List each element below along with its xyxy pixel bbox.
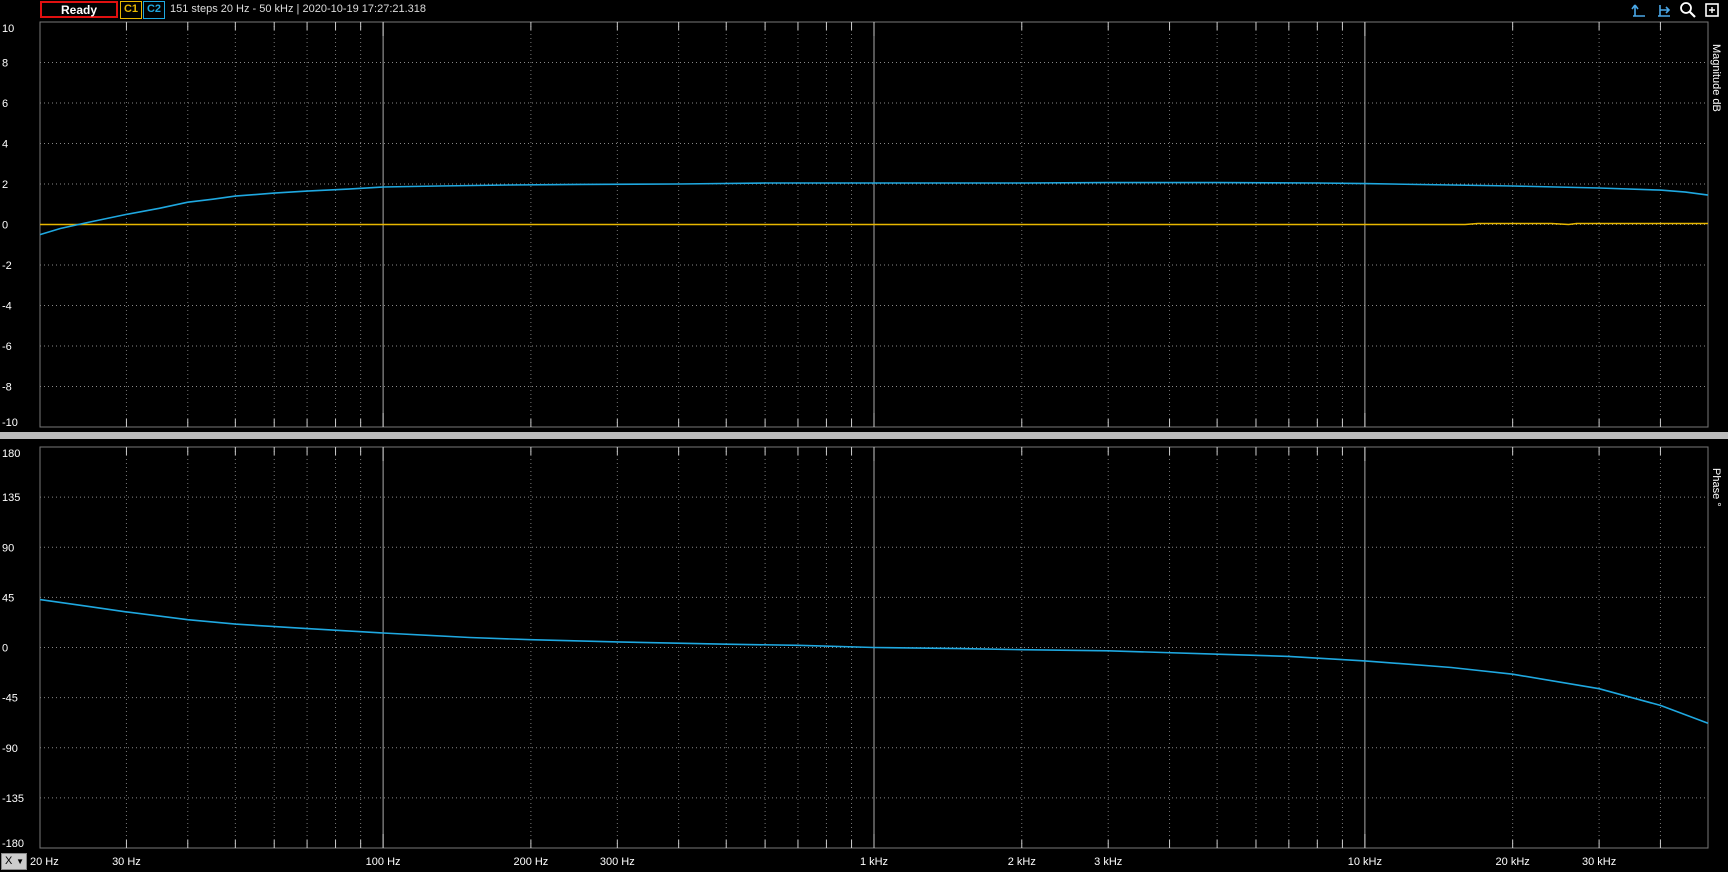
- y-tick-label: -8: [2, 382, 12, 394]
- y-tick-label: -10: [2, 417, 18, 429]
- phase-panel[interactable]: 180 135 90 45 0 -45 -90 -135 -180 Phase °: [2, 446, 1722, 850]
- y-tick-label: 6: [2, 98, 8, 110]
- cursor-b-icon[interactable]: [1655, 1, 1673, 19]
- y-tick-label: -6: [2, 341, 12, 353]
- panel-divider[interactable]: [0, 432, 1728, 439]
- magnitude-panel[interactable]: 10 8 6 4 2 0 -2 -4 -6 -8 -10 Magnitude dB: [2, 21, 1722, 429]
- x-tick-label: 2 kHz: [1008, 856, 1036, 868]
- zoom-icon[interactable]: [1679, 1, 1697, 19]
- y-tick-label: 180: [2, 448, 20, 460]
- x-tick-label: 200 Hz: [513, 856, 548, 868]
- y-tick-label: 0: [2, 220, 8, 232]
- y-tick-label: 135: [2, 492, 20, 504]
- y-tick-label: -180: [2, 838, 24, 850]
- magnitude-axis-label: Magnitude dB: [1710, 44, 1722, 112]
- top-toolbar: Ready C1 C2 151 steps 20 Hz - 50 kHz | 2…: [0, 0, 1728, 20]
- y-tick-label: -4: [2, 301, 12, 313]
- y-tick-label: 10: [2, 23, 14, 35]
- x-tick-label: 30 Hz: [112, 856, 141, 868]
- x-tick-label: 1 kHz: [860, 856, 888, 868]
- y-tick-label: 2: [2, 179, 8, 191]
- bode-plot[interactable]: 10 8 6 4 2 0 -2 -4 -6 -8 -10 Magnitude dB 180 135 90 4…: [0, 20, 1728, 872]
- y-tick-label: -2: [2, 260, 12, 272]
- sweep-info: 151 steps 20 Hz - 50 kHz | 2020-10-19 17…: [170, 3, 427, 15]
- x-tick-label: 20 kHz: [1496, 856, 1530, 868]
- status-badge: Ready: [40, 1, 118, 18]
- x-tick-label: 20 Hz: [30, 856, 59, 868]
- y-tick-label: -45: [2, 693, 18, 705]
- y-tick-label: 0: [2, 643, 8, 655]
- y-tick-label: 90: [2, 542, 14, 554]
- y-tick-label: -90: [2, 743, 18, 755]
- channel-1-toggle[interactable]: C1: [120, 1, 142, 19]
- fit-icon[interactable]: [1703, 1, 1721, 19]
- x-tick-label: 300 Hz: [600, 856, 635, 868]
- x-tick-label: 30 kHz: [1582, 856, 1616, 868]
- x-tick-label: 3 kHz: [1094, 856, 1122, 868]
- y-tick-label: 45: [2, 592, 14, 604]
- channel-2-toggle[interactable]: C2: [143, 1, 165, 19]
- x-tick-label: 10 kHz: [1348, 856, 1382, 868]
- chevron-down-icon: ▼: [16, 857, 24, 866]
- phase-axis-label: Phase °: [1710, 468, 1722, 507]
- y-tick-label: -135: [2, 793, 24, 805]
- x-axis: 20 Hz 30 Hz 100 Hz 200 Hz 300 Hz 1 kHz 2 kHz 3 …: [30, 856, 1616, 868]
- y-tick-label: 8: [2, 58, 8, 70]
- x-axis-menu-button[interactable]: X ▼: [1, 853, 27, 870]
- x-tick-label: 100 Hz: [366, 856, 401, 868]
- cursor-a-icon[interactable]: [1630, 1, 1648, 19]
- y-tick-label: 4: [2, 139, 8, 151]
